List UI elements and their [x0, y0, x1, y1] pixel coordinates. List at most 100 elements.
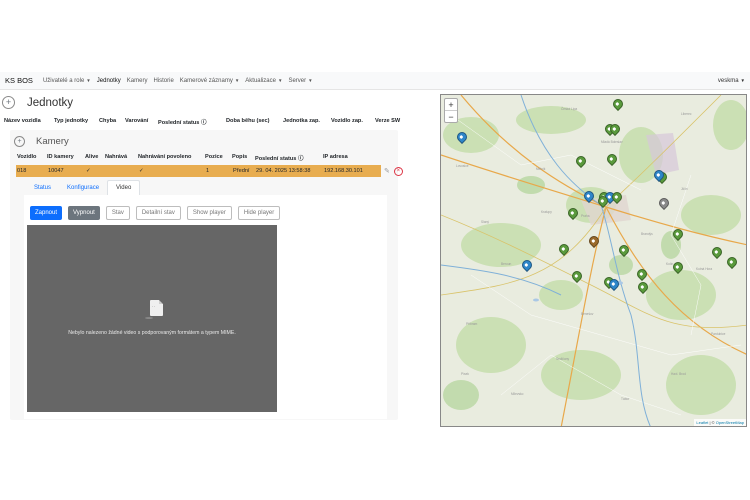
col-camera-id[interactable]: ID kamery	[47, 154, 85, 162]
broken-file-icon: ˙˙	[150, 300, 163, 316]
leaflet-link[interactable]: Leaflet	[696, 420, 708, 425]
svg-text:Liberec: Liberec	[681, 112, 692, 116]
col-warning[interactable]: Varování	[125, 118, 158, 126]
nav-server[interactable]: Server ▼	[288, 78, 312, 84]
svg-text:Písek: Písek	[461, 372, 469, 376]
hide-player-button[interactable]: Hide player	[237, 206, 281, 220]
svg-text:Česká Lípa: Česká Lípa	[561, 106, 577, 111]
units-header: + Jednotky	[2, 96, 73, 109]
row-actions: ✎ ×	[384, 165, 403, 177]
units-table-header: Název vozidla Typ jednotky Chyba Varován…	[4, 118, 405, 126]
detailed-state-button[interactable]: Detailní stav	[135, 206, 181, 220]
chevron-down-icon: ▼	[86, 77, 91, 83]
attribution-separator: | ©	[708, 420, 716, 425]
svg-text:Beroun: Beroun	[501, 262, 512, 266]
cameras-header: + Kamery	[14, 136, 69, 147]
cell-description: Přední	[233, 168, 250, 174]
pencil-icon[interactable]: ✎	[384, 167, 390, 175]
nav-cameras[interactable]: Kamery	[127, 78, 148, 84]
page-title: Jednotky	[27, 96, 74, 109]
svg-text:Pardubice: Pardubice	[711, 332, 726, 336]
nav-users-roles[interactable]: Uživatelé a role ▼	[43, 78, 91, 84]
chevron-down-icon: ▼	[308, 77, 313, 83]
nav-label: Server	[288, 77, 307, 84]
map-zoom-control: + −	[444, 98, 458, 123]
svg-text:Benešov: Benešov	[581, 312, 594, 316]
cell-recording-allowed: ✓	[139, 168, 144, 174]
state-button[interactable]: Stav	[105, 206, 130, 220]
nav-units[interactable]: Jednotky	[97, 78, 121, 84]
tab-configuration[interactable]: Konfigurace	[59, 180, 107, 195]
col-label: Poslední status	[158, 120, 200, 126]
col-vehicle-on[interactable]: Vozidlo zap.	[331, 118, 375, 126]
col-recording[interactable]: Nahrává	[105, 154, 138, 162]
chevron-down-icon: ▼	[234, 77, 240, 83]
col-vehicle[interactable]: Vozidlo	[17, 154, 47, 162]
nav-label: Kamerové záznamy	[179, 77, 233, 84]
col-ip-address[interactable]: IP adresa	[323, 154, 368, 162]
table-row[interactable]: 018 10047 ✓ ✓ 1 Přední 29. 04. 2025 13:5…	[16, 165, 381, 177]
zoom-in-button[interactable]: +	[445, 99, 457, 111]
nav-label: Aktualizace	[245, 77, 276, 84]
svg-text:Slaný: Slaný	[481, 220, 489, 224]
add-camera-icon[interactable]: +	[14, 136, 25, 147]
map-tiles: Lovosice Mělník Mladá Boleslav Jičín Slaný K…	[441, 95, 746, 426]
player-controls: Zapnout Vypnout Stav Detailní stav Show …	[30, 206, 286, 220]
user-name: veskma	[717, 77, 739, 84]
col-recording-allowed[interactable]: Nahrávání povoleno	[138, 154, 205, 162]
svg-text:Jičín: Jičín	[681, 187, 688, 191]
cameras-table-header: Vozidlo ID kamery Alive Nahrává Nahráván…	[17, 154, 368, 162]
col-sw-version[interactable]: Verze SW	[375, 118, 405, 126]
col-cam-last-status[interactable]: Poslední status ⓘ	[255, 154, 323, 162]
tab-status[interactable]: Status	[26, 180, 59, 195]
cameras-title: Kamery	[36, 136, 69, 147]
nav-updates[interactable]: Aktualizace ▼	[245, 78, 282, 84]
nav-label: Uživatelé a role	[42, 77, 85, 84]
file-shadow-decoration	[145, 317, 153, 319]
col-unit-type[interactable]: Typ jednotky	[54, 118, 99, 126]
svg-text:Mělník: Mělník	[536, 167, 546, 171]
cell-last-status: 29. 04. 2025 13:58:38	[256, 168, 311, 174]
nav-camera-records[interactable]: Kamerové záznamy ▼	[180, 78, 240, 84]
turn-off-button[interactable]: Vypnout	[68, 206, 100, 220]
svg-text:Příbram: Příbram	[466, 322, 478, 326]
svg-text:Sedlčany: Sedlčany	[556, 357, 570, 361]
video-error-message: Nebylo nalezeno žádné video s podporovan…	[68, 330, 236, 336]
cell-vehicle: 018	[17, 168, 27, 174]
svg-text:Milevsko: Milevsko	[511, 392, 524, 396]
cell-camera-id: 10047	[48, 168, 64, 174]
brand-logo[interactable]: KS BOS	[5, 76, 33, 85]
add-unit-icon[interactable]: +	[2, 96, 15, 109]
chevron-down-icon: ▼	[740, 77, 745, 83]
svg-text:Mladá Boleslav: Mladá Boleslav	[601, 140, 623, 144]
svg-text:Tábor: Tábor	[621, 397, 630, 401]
col-unit-on[interactable]: Jednotka zap.	[283, 118, 331, 126]
zoom-out-button[interactable]: −	[445, 111, 457, 122]
user-menu[interactable]: veskma ▼	[718, 78, 745, 84]
svg-text:Praha: Praha	[581, 214, 590, 218]
nav-label: Kamery	[126, 77, 148, 84]
osm-link[interactable]: OpenStreetMap	[716, 420, 744, 425]
chevron-down-icon: ▼	[277, 77, 283, 83]
col-runtime[interactable]: Doba běhu (sec)	[226, 118, 283, 126]
map-view[interactable]: Lovosice Mělník Mladá Boleslav Jičín Slaný K…	[440, 94, 747, 427]
tab-video[interactable]: Video	[107, 180, 141, 195]
col-vehicle-name[interactable]: Název vozidla	[4, 118, 54, 126]
map-attribution: Leaflet | © OpenStreetMap	[694, 419, 746, 426]
col-error[interactable]: Chyba	[99, 118, 125, 126]
show-player-button[interactable]: Show player	[186, 206, 232, 220]
col-position[interactable]: Pozice	[205, 154, 232, 162]
help-icon: ⓘ	[297, 156, 304, 162]
nav-history[interactable]: Historie	[153, 78, 173, 84]
col-alive[interactable]: Alive	[85, 154, 105, 162]
nav-label: Jednotky	[96, 77, 121, 84]
video-player[interactable]: ˙˙ Nebylo nalezeno žádné video s podporo…	[27, 225, 277, 412]
top-navbar: KS BOS Uživatelé a role ▼ Jednotky Kamery…	[0, 72, 750, 90]
cell-position: 1	[206, 168, 210, 174]
col-last-status[interactable]: Poslední status ⓘ	[158, 118, 226, 126]
delete-icon[interactable]: ×	[393, 166, 403, 176]
turn-on-button[interactable]: Zapnout	[30, 206, 63, 220]
svg-text:Lovosice: Lovosice	[456, 164, 469, 168]
cell-alive: ✓	[86, 168, 91, 174]
col-description[interactable]: Popis	[232, 154, 255, 162]
